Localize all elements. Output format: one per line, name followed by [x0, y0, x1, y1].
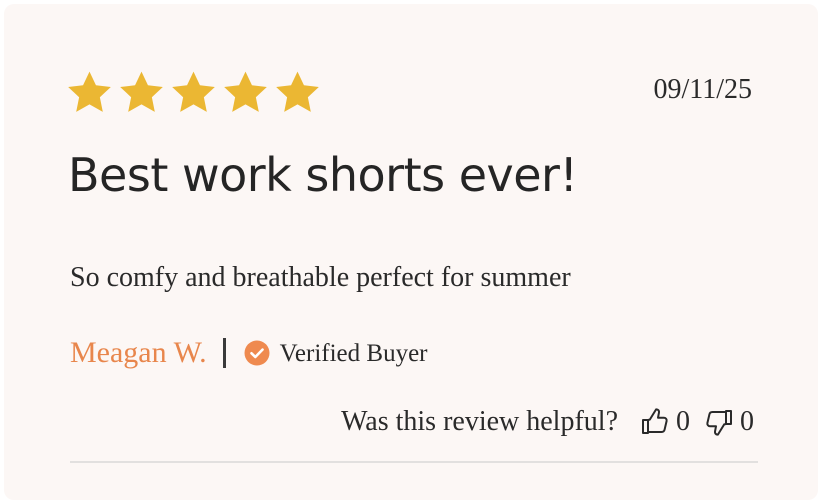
review-card: 09/11/25 Best work shorts ever! So comfy…	[4, 4, 818, 500]
check-circle-icon	[244, 340, 270, 366]
star-icon	[222, 70, 269, 115]
verified-buyer-badge: Verified Buyer	[279, 339, 428, 367]
star-icon	[274, 70, 321, 115]
helpful-prompt: Was this review helpful?	[341, 406, 618, 437]
star-icon	[118, 70, 165, 115]
star-icon	[170, 70, 217, 115]
review-author-row: Meagan W. Verified Buyer	[70, 337, 428, 369]
review-divider	[70, 461, 758, 463]
review-author: Meagan W.	[70, 336, 207, 369]
star-rating	[66, 70, 321, 115]
helpful-vote-row: Was this review helpful? 0 0	[341, 405, 754, 439]
thumbs-down-icon[interactable]	[704, 407, 734, 437]
review-date: 09/11/25	[653, 74, 752, 105]
review-body: So comfy and breathable perfect for summ…	[70, 262, 571, 293]
thumbs-up-icon[interactable]	[640, 407, 670, 437]
helpful-up-count: 0	[676, 406, 690, 437]
author-divider	[222, 338, 226, 368]
helpful-down-count: 0	[740, 406, 754, 437]
review-title: Best work shorts ever!	[68, 148, 578, 202]
star-icon	[66, 70, 113, 115]
